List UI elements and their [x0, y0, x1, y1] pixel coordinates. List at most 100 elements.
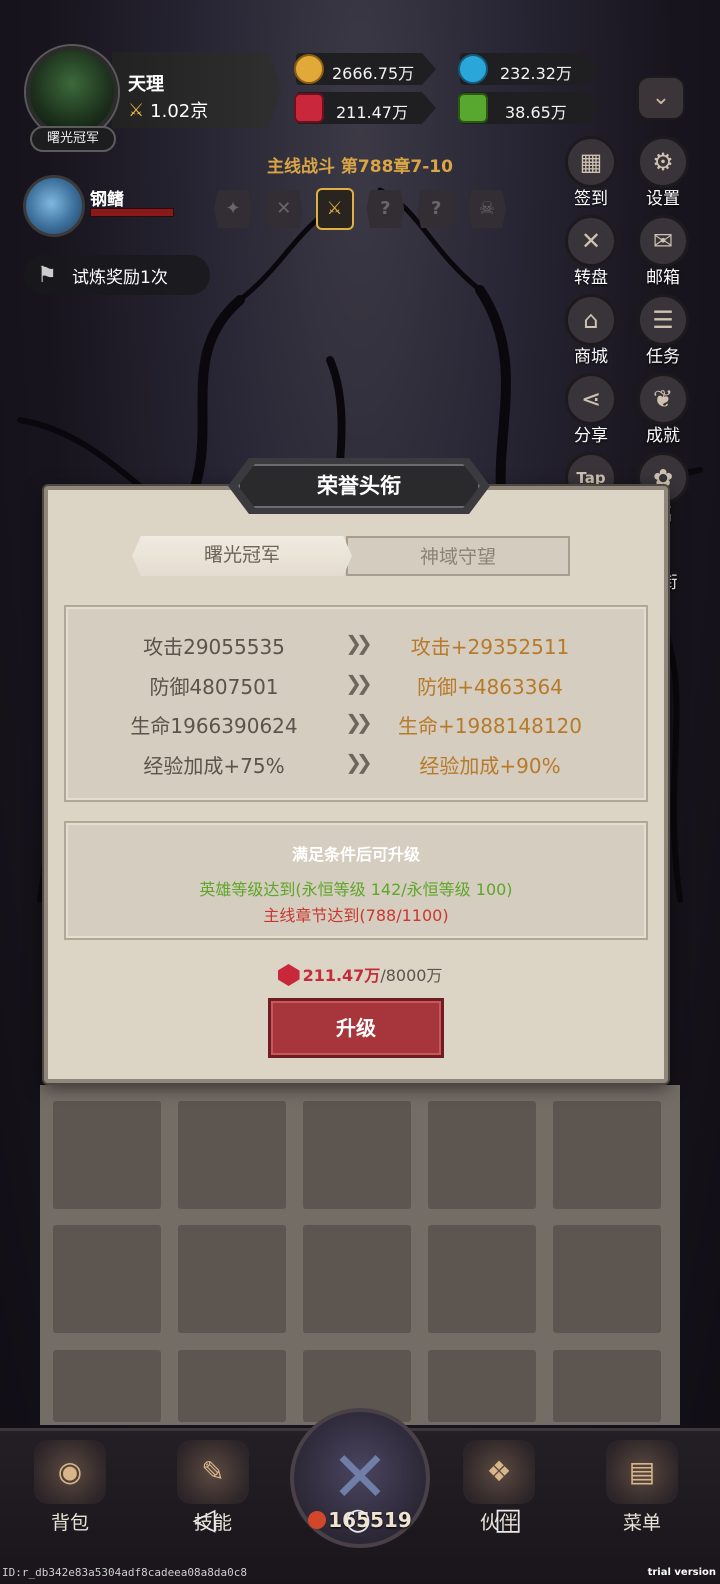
trial-reward-label: 试炼奖励1次: [72, 267, 168, 288]
tab-dawn-champion[interactable]: 曙光冠军: [132, 536, 352, 576]
inventory-slot[interactable]: [428, 1101, 536, 1209]
stage-node-unknown-icon: ?: [366, 190, 405, 228]
stage-node-icon: ✕: [264, 190, 303, 228]
coin-icon: [308, 1511, 327, 1529]
stat-next: 防御+4863364: [417, 675, 563, 699]
diamond-value: 232.32万: [500, 64, 572, 83]
inventory-slot[interactable]: [553, 1225, 661, 1333]
achievement-button[interactable]: ❦ 成就: [634, 373, 692, 446]
player-avatar[interactable]: [26, 46, 118, 138]
share-icon: ⋖: [565, 373, 617, 425]
condition-main-chapter: 主线章节达到(788/1100): [263, 906, 449, 925]
book-icon: ▤: [606, 1440, 678, 1504]
nav-bag-label: 背包: [50, 1512, 89, 1534]
settings-label: 设置: [646, 189, 680, 209]
stat-current: 防御4807501: [149, 675, 279, 699]
bat-wing-icon: ❖: [463, 1440, 535, 1504]
cost-required: /8000万: [380, 966, 443, 985]
inventory-slot[interactable]: [53, 1350, 161, 1422]
inventory-slot[interactable]: [303, 1101, 411, 1209]
home-circle-icon[interactable]: ○: [338, 1500, 378, 1540]
inventory-slot[interactable]: [178, 1350, 286, 1422]
stage-progress-track: ✦ ✕ ⚔ ? ? ☠: [214, 186, 506, 232]
inventory-slot[interactable]: [53, 1225, 161, 1333]
inventory-slot[interactable]: [553, 1101, 661, 1209]
stage-node-unknown-icon: ?: [417, 190, 456, 228]
inventory-slot[interactable]: [553, 1350, 661, 1422]
pet-name: 钢鳍: [90, 190, 124, 210]
ruby-gem-icon: [277, 964, 300, 986]
task-button[interactable]: ☰ 任务: [634, 294, 692, 367]
sign-in-label: 签到: [574, 189, 608, 209]
sign-in-button[interactable]: ▦ 签到: [562, 136, 620, 209]
recents-square-icon[interactable]: □: [488, 1500, 528, 1540]
back-triangle-icon[interactable]: ◁: [184, 1500, 224, 1540]
upgrade-button[interactable]: 升级: [268, 998, 444, 1058]
nav-bag[interactable]: ◉ 背包: [20, 1440, 120, 1535]
flag-icon: ⚑: [37, 262, 57, 288]
pet-avatar[interactable]: [23, 175, 85, 237]
avatar-title-badge: 曙光冠军: [30, 126, 116, 152]
upgrade-cost: 211.47万/8000万: [260, 962, 460, 986]
trial-version-watermark: trial version: [647, 1567, 716, 1578]
chevron-down-icon: ⌄: [651, 85, 671, 110]
share-button[interactable]: ⋖ 分享: [562, 373, 620, 446]
main-battle-title: 主线战斗 第788章7-10: [267, 157, 453, 177]
achievement-label: 成就: [646, 426, 680, 446]
stat-row-health: 生命1966390624 ❯❯ 生命+1988148120: [64, 710, 648, 740]
stat-next: 生命+1988148120: [397, 714, 582, 738]
title-tabs: 曙光冠军 神域守望: [132, 536, 570, 578]
calendar-icon: ▦: [565, 136, 617, 188]
player-name: 天理: [128, 74, 164, 95]
stat-next: 攻击+29352511: [410, 635, 570, 659]
nav-menu[interactable]: ▤ 菜单: [592, 1440, 692, 1535]
laurel-icon: ❦: [637, 373, 689, 425]
crossed-swords-icon: ⚔: [128, 99, 145, 121]
nav-menu-label: 菜单: [622, 1512, 661, 1534]
stat-row-exp-bonus: 经验加成+75% ❯❯ 经验加成+90%: [64, 750, 648, 780]
ticket-value: 38.65万: [505, 103, 567, 122]
wheel-icon: ✕: [565, 215, 617, 267]
session-id-watermark: ID:r_db342e83a5304adf8cadeea08a8da0c8: [2, 1566, 248, 1579]
gold-coin-icon: [294, 54, 324, 84]
inventory-slot[interactable]: [303, 1225, 411, 1333]
ruby-gem-icon: [294, 93, 324, 123]
dialog-title: 荣誉头衔: [317, 474, 401, 498]
gold-value: 2666.75万: [332, 64, 415, 83]
stat-row-defense: 防御4807501 ❯❯ 防御+4863364: [64, 671, 648, 701]
stage-node-icon: ✦: [214, 190, 252, 228]
mail-button[interactable]: ✉ 邮箱: [634, 215, 692, 288]
ticket-icon: [458, 93, 488, 123]
mail-label: 邮箱: [646, 268, 680, 288]
conditions-title: 满足条件后可升级: [291, 845, 420, 864]
cost-owned: 211.47万: [302, 966, 381, 985]
stat-next: 经验加成+90%: [419, 754, 561, 778]
skill-scroll-icon: ✎: [177, 1440, 249, 1504]
gear-icon: ⚙: [637, 136, 689, 188]
wheel-button[interactable]: ✕ 转盘: [562, 215, 620, 288]
inventory-slot[interactable]: [428, 1350, 536, 1422]
stage-node-current-icon: ⚔: [315, 188, 354, 230]
stat-current: 经验加成+75%: [143, 754, 285, 778]
envelope-icon: ✉: [637, 215, 689, 267]
combat-power: ⚔ 1.02京: [128, 97, 208, 123]
ruby-value: 211.47万: [336, 103, 408, 122]
inventory-slot[interactable]: [178, 1225, 286, 1333]
shop-button[interactable]: ⌂ 商城: [562, 294, 620, 367]
task-label: 任务: [646, 347, 680, 367]
stat-current: 生命1966390624: [130, 714, 298, 738]
condition-hero-level: 英雄等级达到(永恒等级 142/永恒等级 100): [199, 880, 513, 899]
stat-current: 攻击29055535: [143, 635, 285, 659]
wheel-label: 转盘: [574, 268, 608, 288]
inventory-slot[interactable]: [53, 1101, 161, 1209]
inventory-slot[interactable]: [178, 1101, 286, 1209]
scroll-icon: ☰: [637, 294, 689, 346]
trial-reward-button[interactable]: ⚑ 试炼奖励1次: [24, 255, 210, 295]
tab-divine-guardian[interactable]: 神域守望: [346, 536, 570, 576]
inventory-slot[interactable]: [428, 1225, 536, 1333]
collapse-menu-button[interactable]: ⌄: [637, 76, 685, 120]
backpack-icon: ◉: [34, 1440, 106, 1504]
share-label: 分享: [574, 426, 608, 446]
settings-button[interactable]: ⚙ 设置: [634, 136, 692, 209]
combat-power-value: 1.02京: [150, 101, 209, 122]
